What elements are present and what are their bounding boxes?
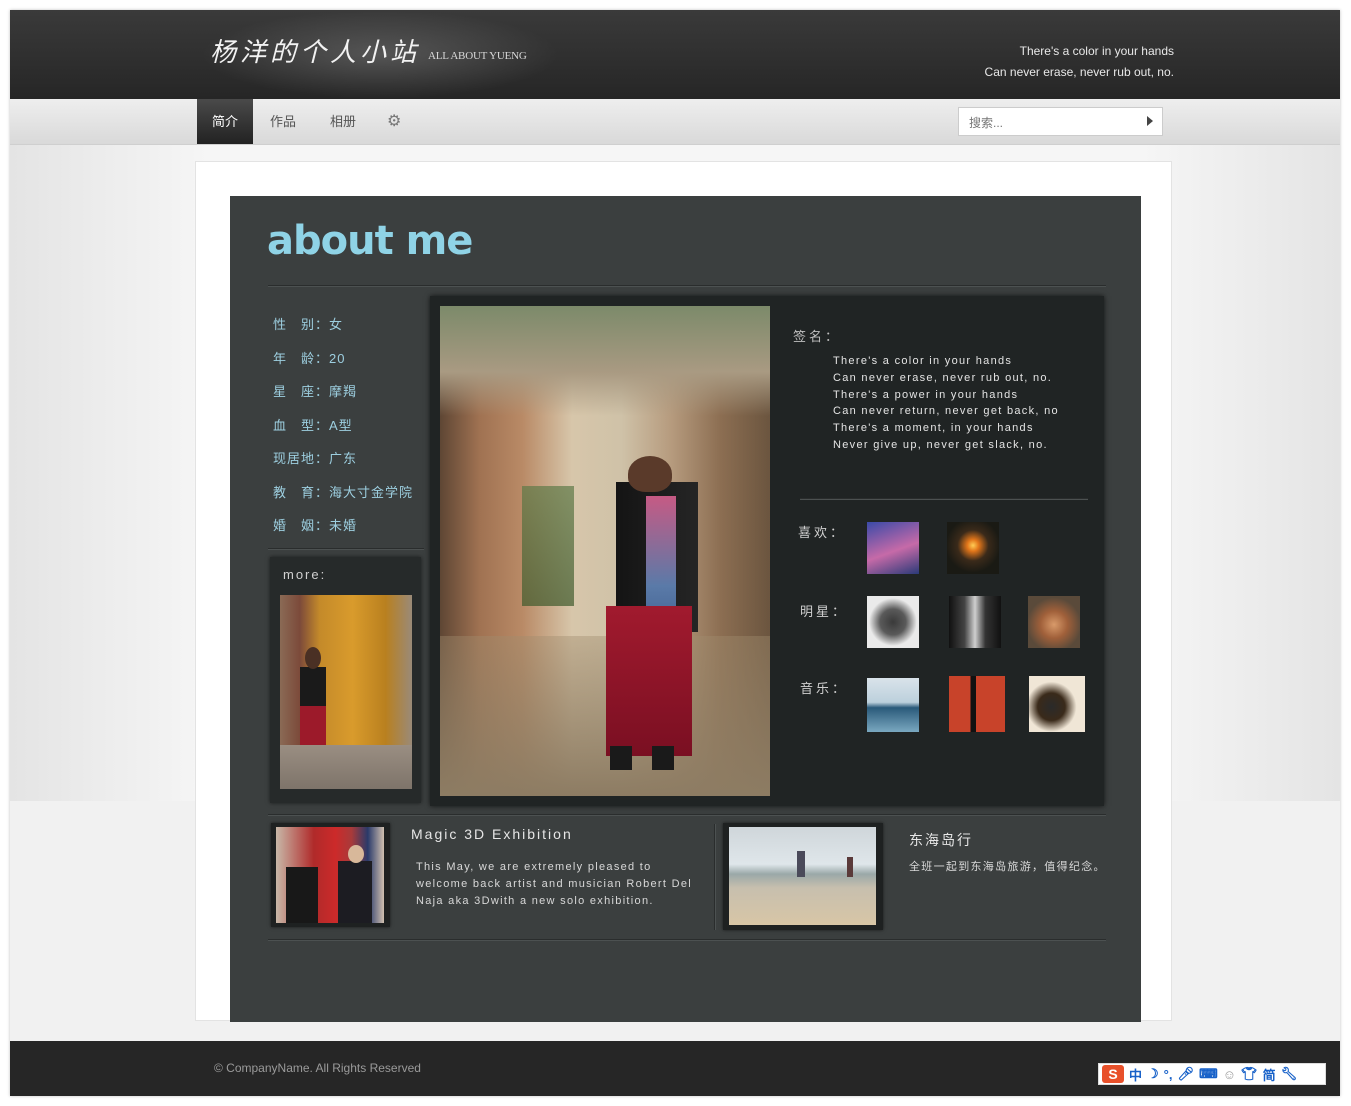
like-thumb-candle[interactable] xyxy=(947,522,999,574)
signature-line: There's a power in your hands xyxy=(833,388,1019,401)
nav-bar: 简介 作品 相册 ⚙ xyxy=(10,99,1340,145)
main-photo[interactable] xyxy=(440,306,770,796)
music-thumb-1[interactable] xyxy=(867,678,919,732)
site-logo[interactable]: 杨洋的个人小站 xyxy=(210,32,420,69)
star-thumb-2[interactable] xyxy=(949,596,1001,648)
page-frame: 杨洋的个人小站 ALL ABOUT YUENG There's a color … xyxy=(10,10,1340,1096)
music-thumb-2[interactable] xyxy=(949,676,1005,732)
music-thumb-3[interactable] xyxy=(1029,676,1085,732)
star-thumb-3[interactable] xyxy=(1028,596,1080,648)
nav-item-intro[interactable]: 简介 xyxy=(197,99,254,144)
keyboard-icon[interactable]: ⌨ xyxy=(1199,1066,1218,1082)
news-1-body: This May, we are extremely pleased to we… xyxy=(416,861,692,907)
profile-divider xyxy=(268,548,424,550)
signature-line: Never give up, never get slack, no. xyxy=(833,438,1048,451)
wrench-icon[interactable]: 🔧︎ xyxy=(1281,1066,1298,1082)
tagline-line-2: Can never erase, never rub out, no. xyxy=(984,65,1174,79)
more-photo[interactable] xyxy=(280,595,412,789)
sogou-logo-icon[interactable]: S xyxy=(1102,1065,1124,1083)
news-2-title[interactable]: 东海岛行 xyxy=(909,830,973,850)
nav-item-album[interactable]: 相册 xyxy=(313,99,373,144)
search-submit-arrow-icon[interactable] xyxy=(1147,116,1153,126)
ime-simplified-mode[interactable]: 简 xyxy=(1263,1065,1276,1084)
profile-residence: 现居地：广东 xyxy=(273,451,358,466)
profile-list: 性 别：女 年 龄：20 星 座：摩羯 血 型：A型 现居地：广东 教 育：海大… xyxy=(273,308,413,543)
profile-marital: 婚 姻：未婚 xyxy=(273,518,358,533)
signature-text: There's a color in your hands Can never … xyxy=(833,353,1059,454)
main-photo-frame: 签名： There's a color in your hands Can ne… xyxy=(430,296,1104,806)
news-top-divider xyxy=(268,814,1106,816)
about-me-title: about me xyxy=(267,218,473,264)
search-box xyxy=(958,107,1163,136)
star-thumb-1[interactable] xyxy=(867,596,919,648)
profile-age: 年 龄：20 xyxy=(273,350,346,366)
profile-blood-type: 血 型：A型 xyxy=(273,417,353,433)
news-2-photo[interactable] xyxy=(729,827,876,925)
signature-line: There's a color in your hands xyxy=(833,355,1013,367)
moon-icon[interactable]: ☽ xyxy=(1147,1066,1159,1082)
likes-label: 喜欢： xyxy=(798,525,847,540)
ime-chinese-mode[interactable]: 中 xyxy=(1129,1065,1142,1084)
news-1-photo[interactable] xyxy=(276,827,384,923)
signature-line: Can never erase, never rub out, no. xyxy=(833,371,1053,384)
skin-shirt-icon[interactable]: 👕︎ xyxy=(1241,1066,1258,1082)
profile-education: 教 育：海大寸金学院 xyxy=(273,484,414,500)
signature-line: There's a moment, in your hands xyxy=(833,422,1034,435)
main-nav: 简介 作品 相册 ⚙ xyxy=(197,99,415,144)
tagline-line-1: There's a color in your hands xyxy=(1019,44,1174,58)
news-column-divider xyxy=(714,824,716,930)
more-box: more: xyxy=(270,557,421,803)
search-input[interactable] xyxy=(967,109,1141,136)
profile-zodiac: 星 座：摩羯 xyxy=(273,384,358,399)
signature-line: Can never return, never get back, no xyxy=(833,405,1059,418)
news-1-title[interactable]: Magic 3D Exhibition xyxy=(411,826,573,842)
nav-item-works[interactable]: 作品 xyxy=(253,99,313,144)
site-header: 杨洋的个人小站 ALL ABOUT YUENG There's a color … xyxy=(10,10,1340,99)
ime-toolbar[interactable]: S 中 ☽ °, 🎤︎ ⌨ ☺ 👕︎ 简 🔧︎ xyxy=(1098,1063,1326,1085)
news-bottom-divider xyxy=(268,939,1106,941)
header-tagline: There's a color in your hands Can never … xyxy=(985,41,1174,83)
microphone-icon[interactable]: 🎤︎ xyxy=(1177,1066,1194,1082)
about-panel: about me 性 别：女 年 龄：20 星 座：摩羯 血 型：A型 现居地：… xyxy=(230,196,1141,1022)
site-logo-subtitle: ALL ABOUT YUENG xyxy=(428,50,527,62)
punctuation-icon[interactable]: °, xyxy=(1164,1067,1173,1082)
signature-label: 签名： xyxy=(793,329,842,344)
news-1-thumbnail-frame xyxy=(271,823,390,927)
profile-gender: 性 别：女 xyxy=(273,317,344,332)
signature-divider xyxy=(800,498,1088,500)
title-divider xyxy=(268,285,1106,287)
news-2-body: 全班一起到东海岛旅游，值得纪念。 xyxy=(909,861,1106,873)
stars-label: 明星： xyxy=(800,604,849,619)
copyright-text: © CompanyName. All Rights Reserved xyxy=(214,1061,421,1075)
user-icon[interactable]: ☺ xyxy=(1223,1067,1236,1082)
news-2-thumbnail-frame xyxy=(723,823,883,930)
music-label: 音乐： xyxy=(800,681,849,696)
like-thumb-sky[interactable] xyxy=(867,522,919,574)
gear-icon[interactable]: ⚙ xyxy=(373,99,415,144)
more-label: more: xyxy=(283,567,327,582)
